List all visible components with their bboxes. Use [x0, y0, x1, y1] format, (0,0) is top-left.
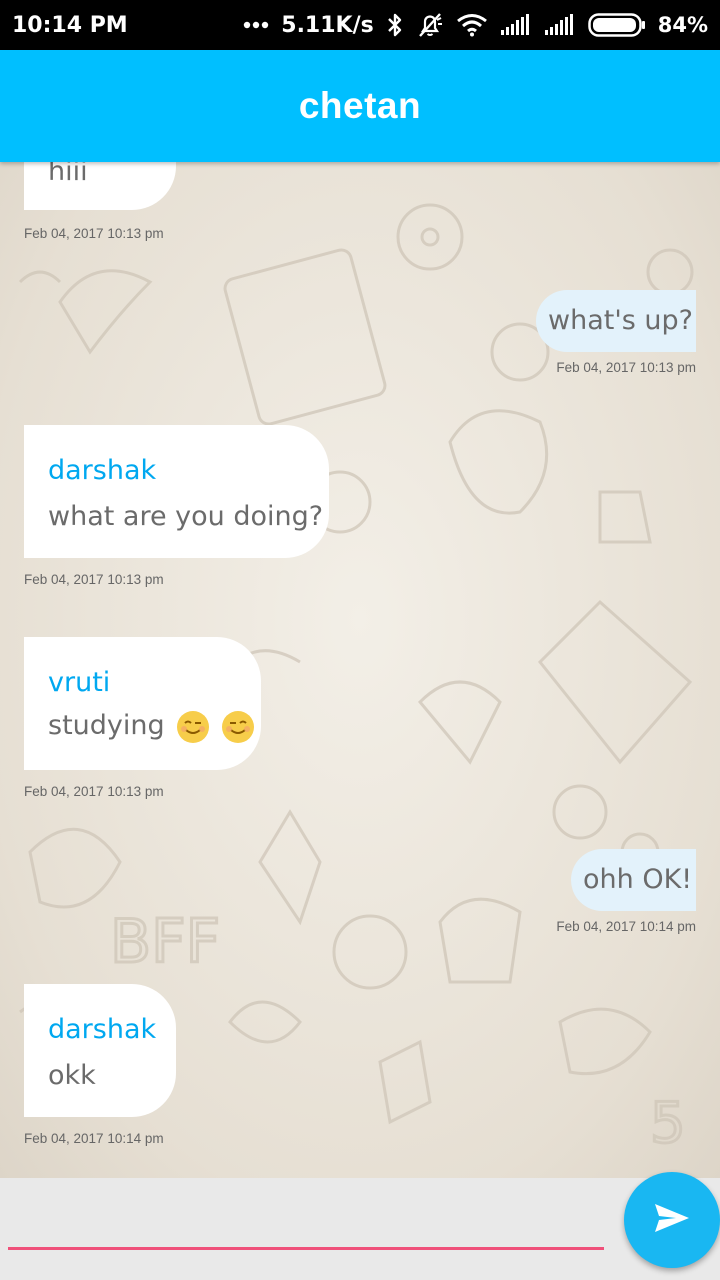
message-text: okk	[48, 1060, 96, 1091]
page-title: chetan	[298, 85, 422, 126]
message-content: studying	[48, 710, 254, 743]
svg-text:BFF: BFF	[110, 907, 220, 977]
sender-name: darshak	[48, 455, 157, 486]
message-bubble-incoming[interactable]: darshak what are you doing?	[24, 425, 329, 558]
message-timestamp: Feb 04, 2017 10:13 pm	[556, 360, 696, 375]
app-bar: chetan	[0, 50, 720, 162]
sender-name: vruti	[48, 667, 111, 698]
send-icon	[654, 1203, 690, 1238]
message-bubble-incoming[interactable]: vruti studying	[24, 637, 261, 770]
status-bar: 10:14 PM 5.11K/s 84%	[0, 0, 720, 50]
message-text: ohh OK!	[583, 864, 693, 895]
message-timestamp: Feb 04, 2017 10:14 pm	[24, 1131, 164, 1146]
message-bubble-incoming[interactable]: hiii	[24, 162, 176, 210]
status-time: 10:14 PM	[12, 12, 128, 38]
message-text: hiii	[48, 162, 88, 187]
network-speed: 5.11K/s	[281, 12, 374, 38]
message-bubble-outgoing[interactable]: ohh OK!	[571, 849, 696, 911]
wink-emoji-icon	[177, 710, 210, 743]
battery-percent: 84%	[657, 13, 708, 37]
message-timestamp: Feb 04, 2017 10:13 pm	[24, 572, 164, 587]
wifi-icon	[456, 13, 488, 37]
message-bubble-outgoing[interactable]: what's up?	[536, 290, 696, 352]
status-icons: 5.11K/s 84%	[243, 12, 708, 38]
message-text: what are you doing?	[48, 501, 324, 532]
alarm-off-icon	[416, 12, 444, 38]
message-bubble-incoming[interactable]: darshak okk	[24, 984, 176, 1117]
message-composer	[0, 1178, 720, 1280]
svg-text:5: 5	[650, 1091, 686, 1156]
battery-icon	[587, 12, 646, 38]
message-text: studying	[48, 710, 165, 741]
message-text: what's up?	[548, 305, 693, 336]
bluetooth-icon	[386, 12, 404, 38]
message-timestamp: Feb 04, 2017 10:14 pm	[556, 919, 696, 934]
wink-emoji-icon	[221, 710, 254, 743]
message-timestamp: Feb 04, 2017 10:13 pm	[24, 784, 164, 799]
sender-name: darshak	[48, 1014, 157, 1045]
chat-list[interactable]: BFF 5 hiii Feb 04, 2017 10:13 pm what's …	[0, 162, 720, 1178]
more-dots-icon	[243, 21, 269, 29]
signal-icon	[544, 14, 576, 36]
signal-icon	[500, 14, 532, 36]
send-button[interactable]	[624, 1172, 720, 1268]
message-input[interactable]	[8, 1190, 604, 1250]
message-timestamp: Feb 04, 2017 10:13 pm	[24, 226, 164, 241]
